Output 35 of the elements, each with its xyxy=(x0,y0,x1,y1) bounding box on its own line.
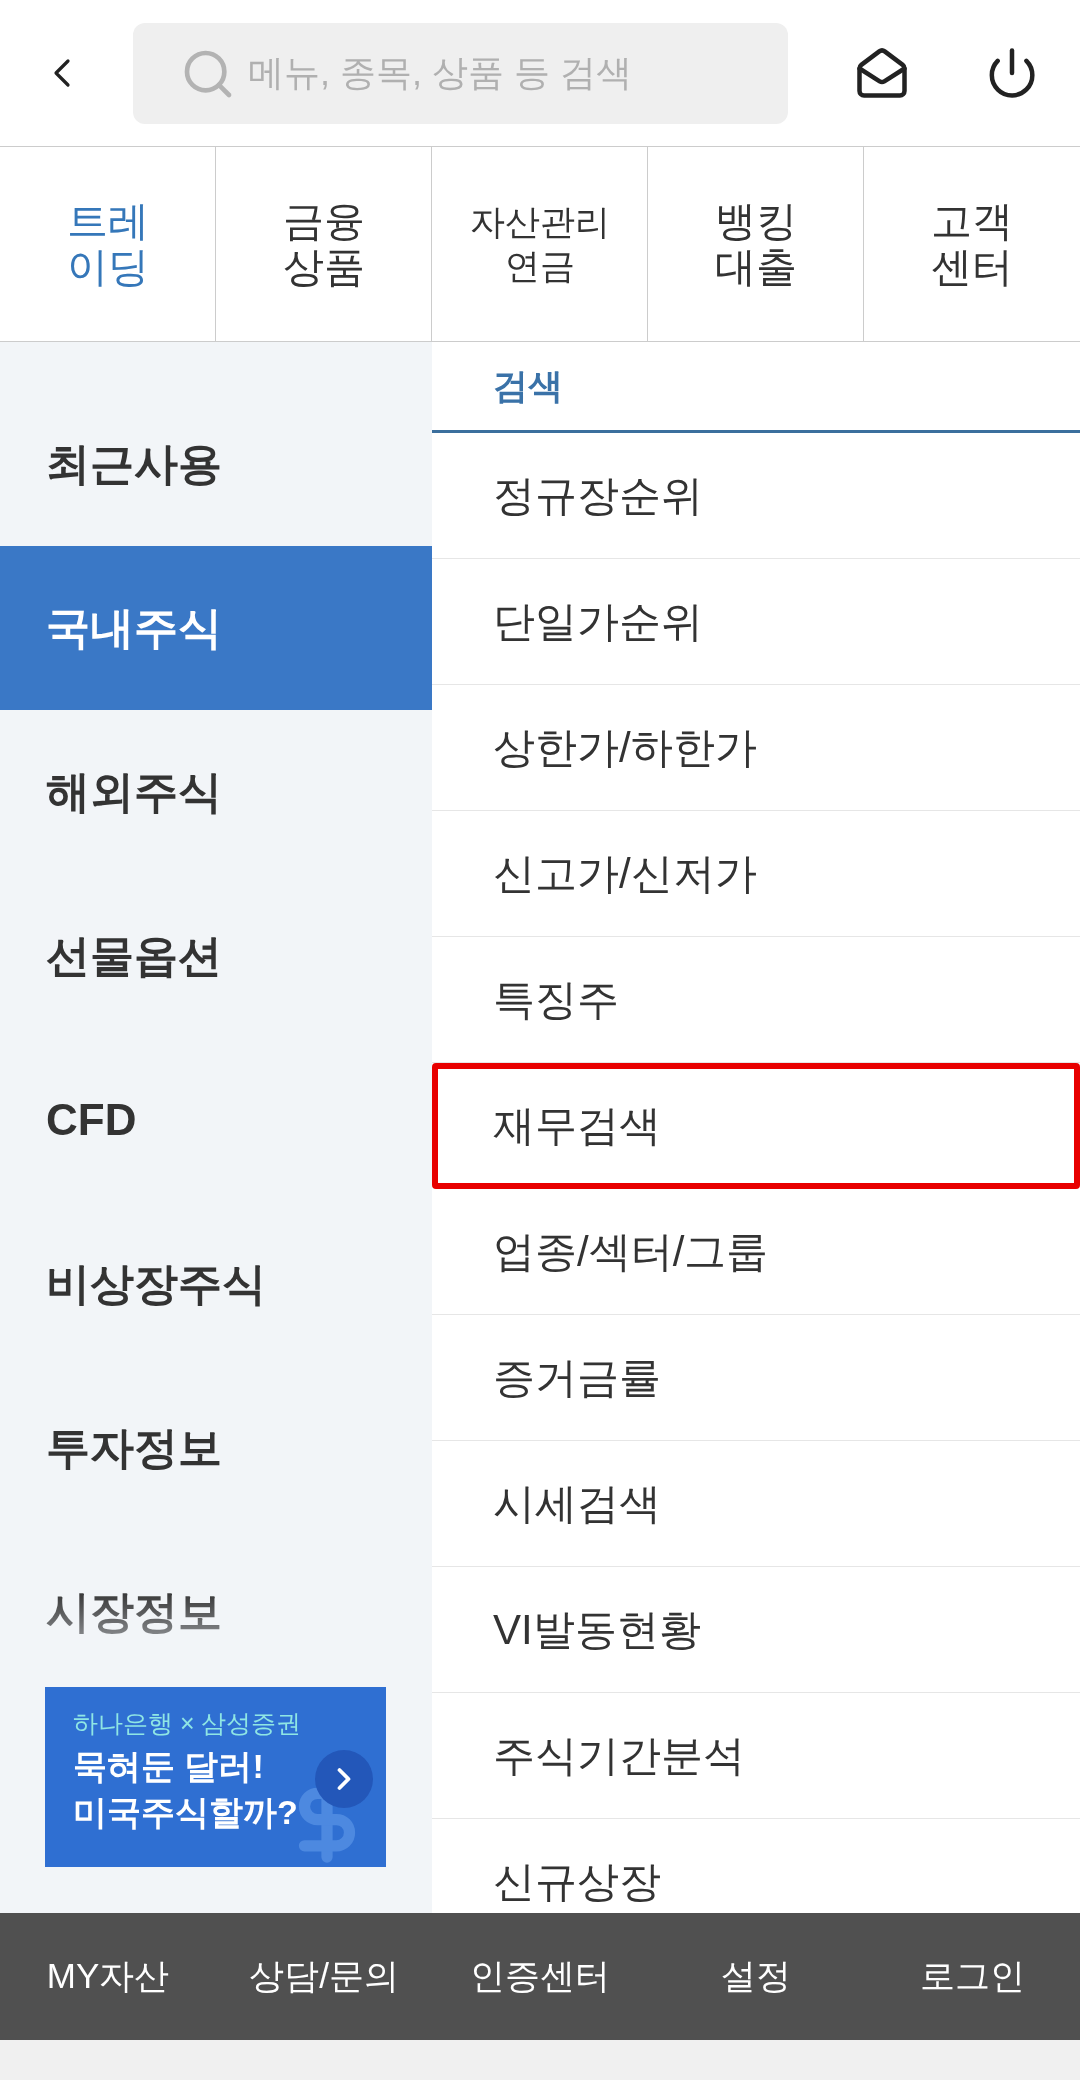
submenu-item[interactable]: 증거금률 xyxy=(432,1315,1080,1441)
category-item[interactable]: 국내주식 xyxy=(0,546,432,710)
submenu-item[interactable]: 업종/섹터/그룹 xyxy=(432,1189,1080,1315)
promo-banner[interactable]: 하나은행 × 삼성증권 묵혀둔 달러! 미국주식할까? xyxy=(45,1687,386,1867)
category-item[interactable]: 최근사용 xyxy=(0,382,432,546)
category-item[interactable]: CFD xyxy=(0,1038,432,1202)
submenu-item[interactable]: 시세검색 xyxy=(432,1441,1080,1567)
search-field[interactable]: 메뉴, 종목, 상품 등 검색 xyxy=(133,22,788,124)
bottom-bar-link[interactable]: 상담/문의 xyxy=(249,1950,399,2003)
submenu-item[interactable]: 정규장순위 xyxy=(432,433,1080,559)
submenu-item[interactable]: 신고가/신저가 xyxy=(432,811,1080,937)
submenu-item[interactable]: 신규상장 xyxy=(432,1819,1080,1913)
submenu-item[interactable]: 재무검색 xyxy=(432,1063,1080,1189)
category-item[interactable]: 비상장주식 xyxy=(0,1202,432,1366)
banner-caption: 하나은행 × 삼성증권 xyxy=(73,1708,302,1739)
category-item[interactable]: 투자정보 xyxy=(0,1366,432,1530)
bottom-bar-link[interactable]: MY자산 xyxy=(46,1950,170,2003)
menu-tab[interactable]: 뱅킹 대출 xyxy=(648,147,864,342)
menu-tab[interactable]: 금융 상품 xyxy=(216,147,432,342)
mail-icon xyxy=(855,46,909,100)
menu-tab[interactable]: 트레 이딩 xyxy=(0,147,216,342)
menu-tab[interactable]: 자산관리 연금 xyxy=(432,147,648,342)
submenu-item[interactable]: 단일가순위 xyxy=(432,559,1080,685)
submenu-item[interactable]: VI발동현황 xyxy=(432,1567,1080,1693)
menu-tab[interactable]: 고객 센터 xyxy=(864,147,1080,342)
bottom-bar-link[interactable]: 설정 xyxy=(721,1950,791,2003)
bottom-bar-link[interactable]: 로그인 xyxy=(919,1950,1025,2003)
submenu-item[interactable]: 상한가/하한가 xyxy=(432,685,1080,811)
submenu-heading: 검색 xyxy=(493,364,563,407)
category-item[interactable]: 해외주식 xyxy=(0,710,432,874)
submenu-item[interactable]: 특징주 xyxy=(432,937,1080,1063)
submenu-item[interactable]: 주식기간분석 xyxy=(432,1693,1080,1819)
banner-headline: 묵혀둔 달러! 미국주식할까? xyxy=(73,1746,298,1833)
category-item[interactable]: 선물옵션 xyxy=(0,874,432,1038)
bottom-bar-link[interactable]: 인증센터 xyxy=(470,1950,610,2003)
